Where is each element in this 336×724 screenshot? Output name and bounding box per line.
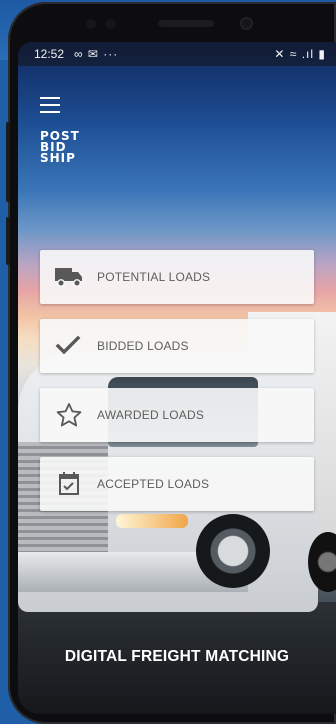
potential-loads-button[interactable]: POTENTIAL LOADS bbox=[40, 250, 314, 304]
app-screen: 12:52 ∞ ✉ ··· ✕ ≈ .ıl ▮ POST BID SHIP PO… bbox=[18, 42, 336, 714]
menu-item-label: POTENTIAL LOADS bbox=[97, 270, 211, 284]
system-status-icons: ✕ ≈ .ıl ▮ bbox=[274, 47, 326, 61]
menu-item-label: BIDDED LOADS bbox=[97, 339, 189, 353]
sensor bbox=[106, 19, 116, 29]
menu-item-label: ACCEPTED LOADS bbox=[97, 477, 210, 491]
status-bar: 12:52 ∞ ✉ ··· ✕ ≈ .ıl ▮ bbox=[18, 42, 336, 66]
logo-line: SHIP bbox=[40, 151, 76, 165]
volume-button bbox=[6, 122, 10, 202]
post-bid-ship-logo: POST BID SHIP bbox=[40, 130, 80, 165]
tagline: DIGITAL FREIGHT MATCHING bbox=[64, 648, 290, 665]
bidded-loads-button[interactable]: BIDDED LOADS bbox=[40, 319, 314, 373]
status-time: 12:52 bbox=[34, 47, 65, 61]
menu-item-label: AWARDED LOADS bbox=[97, 408, 205, 422]
bixby-button bbox=[6, 217, 10, 265]
star-icon bbox=[56, 403, 82, 427]
truck-wheel bbox=[196, 514, 270, 588]
hamburger-menu-icon[interactable] bbox=[40, 97, 60, 113]
front-camera bbox=[240, 17, 253, 30]
accepted-loads-button[interactable]: ACCEPTED LOADS bbox=[40, 457, 314, 511]
truck-headlight bbox=[116, 514, 188, 528]
earpiece-speaker bbox=[158, 20, 214, 27]
checkmark-icon bbox=[55, 335, 81, 355]
notification-icons: ∞ ✉ ··· bbox=[74, 47, 119, 61]
calendar-check-icon bbox=[59, 472, 79, 495]
sensor bbox=[86, 19, 96, 29]
truck-icon bbox=[55, 268, 82, 287]
awarded-loads-button[interactable]: AWARDED LOADS bbox=[40, 388, 314, 442]
